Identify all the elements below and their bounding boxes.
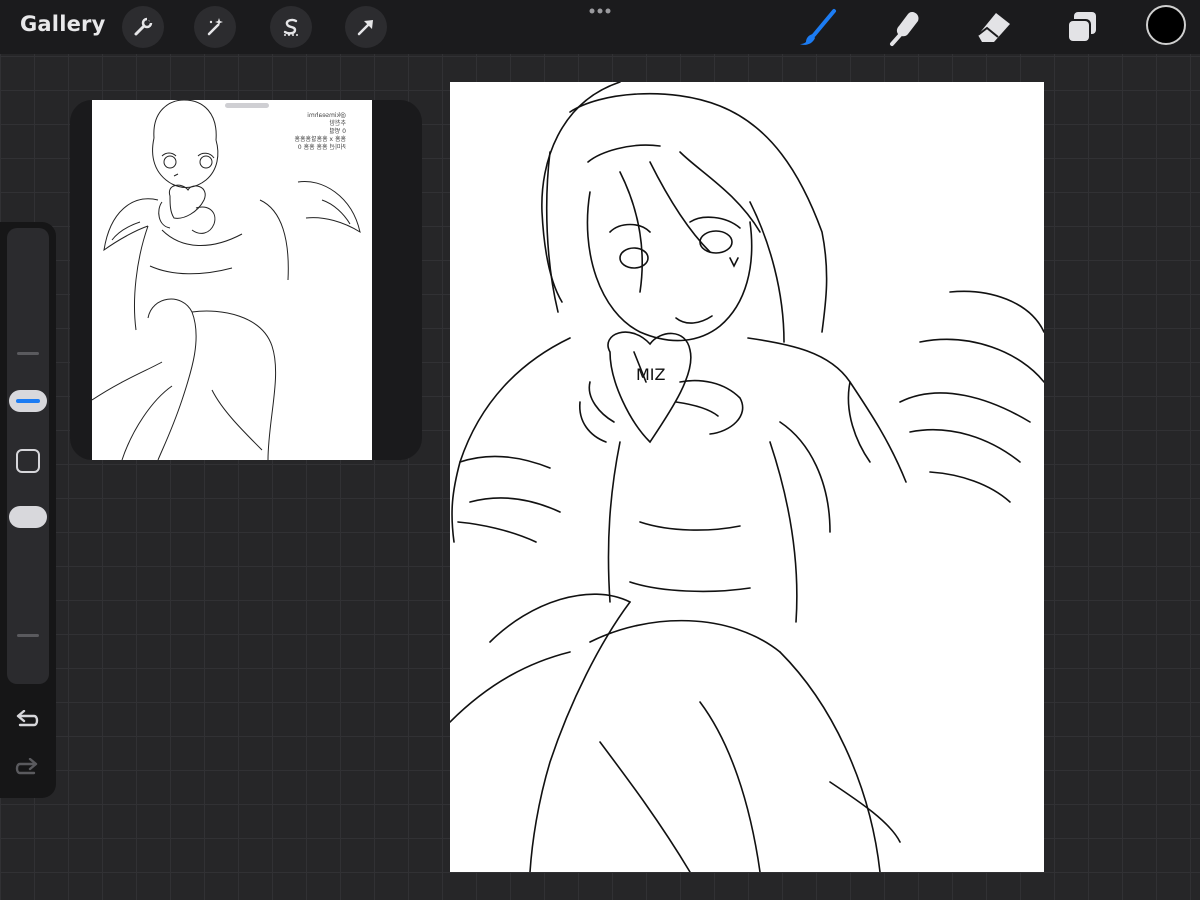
magic-wand-icon [207,18,223,36]
color-picker-button[interactable] [1146,5,1186,45]
selection-s-icon [283,18,298,36]
eraser-icon[interactable] [974,8,1016,48]
redo-icon[interactable] [14,758,40,780]
square-icon[interactable] [16,449,40,473]
reference-lineart [92,100,361,460]
arrow-cursor-icon [357,20,373,36]
brush-size-slider[interactable] [7,228,49,684]
layers-icon[interactable] [1062,8,1102,48]
transform-button[interactable] [345,6,387,48]
opacity-handle[interactable] [9,506,47,528]
sketch-heart-text: MIZ [636,365,666,384]
reference-window[interactable]: @kimseahmi 추천함 0 병렬 흠흠 x 흠흠말흠흠흠 커미션 흠흠 흠… [70,100,422,460]
reference-note-text: @kimseahmi 추천함 0 병렬 흠흠 x 흠흠말흠흠흠 커미션 흠흠 흠… [294,112,346,151]
adjustments-button[interactable] [194,6,236,48]
reference-drag-handle[interactable] [225,103,269,108]
brush-icon[interactable] [798,8,838,48]
sketch-drawing: MIZ [450,82,1044,872]
gallery-button[interactable]: Gallery [20,12,106,36]
brush-size-indicator [16,399,40,403]
more-dots-icon[interactable] [588,4,612,18]
wrench-icon [134,17,153,36]
smudge-finger-icon[interactable] [886,8,926,48]
left-sidebar [0,222,56,798]
drawing-canvas[interactable]: MIZ [450,82,1044,872]
reference-image [92,100,372,460]
selection-button[interactable] [270,6,312,48]
top-toolbar: Gallery [0,0,1200,54]
slider-tick [17,352,39,355]
actions-button[interactable] [122,6,164,48]
slider-tick [17,634,39,637]
brush-size-handle[interactable] [9,390,47,412]
undo-icon[interactable] [14,710,40,732]
